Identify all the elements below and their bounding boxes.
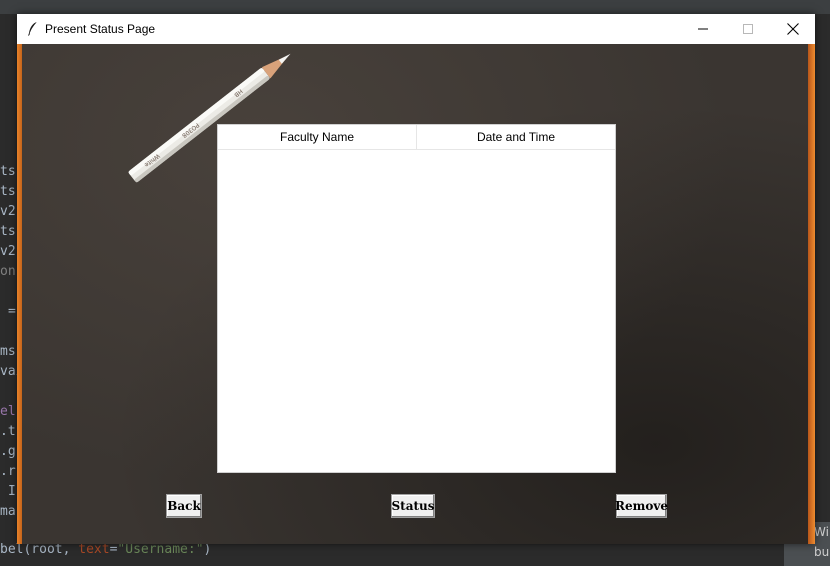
ide-code-line: bel(root, text="Username:") <box>0 542 211 557</box>
ide-tooltip-line: Wi <box>814 525 829 539</box>
back-button[interactable]: Back <box>166 494 202 518</box>
column-header-faculty-name[interactable]: Faculty Name <box>218 125 416 149</box>
remove-button[interactable]: Remove <box>615 494 668 518</box>
table-header: Faculty Name Date and Time <box>218 125 615 150</box>
ide-code-fragment: on <box>0 264 16 279</box>
ide-code-fragment: ts <box>0 184 16 199</box>
close-button[interactable] <box>770 14 816 44</box>
status-button[interactable]: Status <box>391 494 435 518</box>
ide-code-fragment: .g <box>0 444 16 459</box>
minimize-button[interactable] <box>680 14 726 44</box>
ide-code-prefix: bel(root, <box>0 542 79 557</box>
ide-code-fragment: ma <box>0 504 16 519</box>
present-status-window: Present Status Page White PO308 HB Facul… <box>17 14 815 544</box>
ide-code-fragment: .t <box>0 424 16 439</box>
ide-code-fragment: ts <box>0 224 16 239</box>
feather-icon <box>28 21 38 36</box>
column-header-date-time[interactable]: Date and Time <box>416 125 615 149</box>
ide-code-fragment: ms <box>0 344 16 359</box>
close-icon <box>787 23 799 35</box>
ide-top-bar <box>0 0 830 14</box>
faculty-status-table[interactable]: Faculty Name Date and Time <box>217 124 616 473</box>
ide-code-string: "Username:" <box>117 542 204 557</box>
ide-code-fragment: .r <box>0 464 16 479</box>
background-image-area: White PO308 HB Faculty Name Date and Tim… <box>17 44 815 544</box>
background-edge-left <box>17 44 22 544</box>
maximize-button[interactable] <box>725 14 771 44</box>
ide-code-fragment: v2 <box>0 244 16 259</box>
ide-code-fragment: ts <box>0 164 16 179</box>
ide-code-fragment: el <box>0 404 16 419</box>
ide-code-suffix: ) <box>203 542 212 557</box>
maximize-icon <box>743 24 753 34</box>
ide-code-fragment: = <box>8 304 16 319</box>
minimize-icon <box>698 28 708 30</box>
ide-editor-gutter: ts ts v2 ts v2 on = ms vai el .t .g .r I… <box>0 14 23 544</box>
ide-code-fragment: v2 <box>0 204 16 219</box>
ide-code-keyword: text <box>78 542 110 557</box>
window-title: Present Status Page <box>45 22 156 36</box>
ide-tooltip-line: bu <box>814 545 830 559</box>
ide-code-fragment: I <box>8 484 16 499</box>
background-edge-right <box>808 44 815 544</box>
title-bar[interactable]: Present Status Page <box>17 14 815 44</box>
